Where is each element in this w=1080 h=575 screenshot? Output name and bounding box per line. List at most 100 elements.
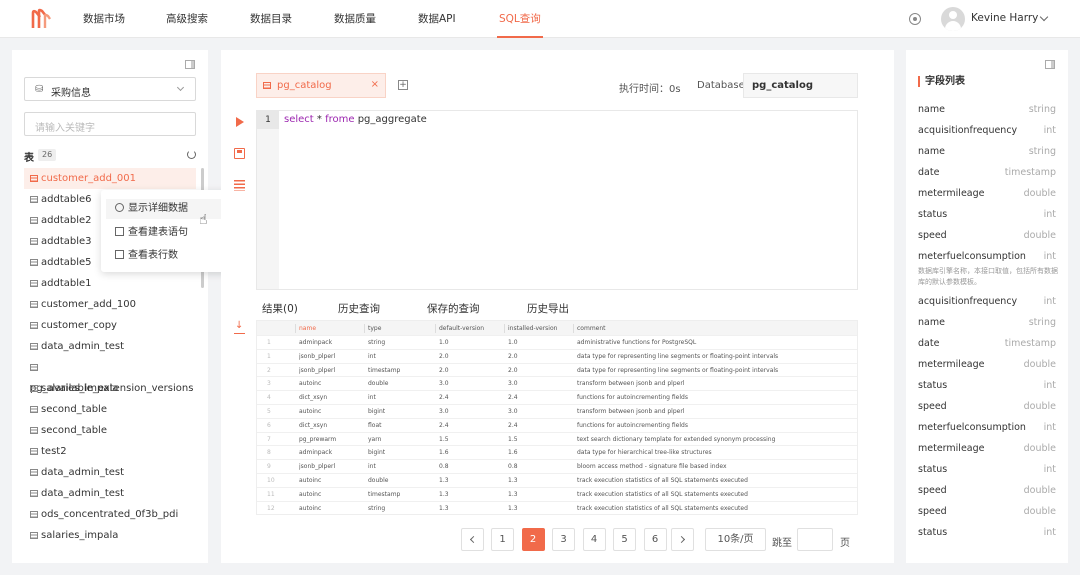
grid-column-header[interactable]: installed-version <box>508 321 574 336</box>
grid-column-header[interactable]: comment <box>577 321 857 336</box>
table-list-item[interactable]: second_table <box>24 420 196 441</box>
close-icon[interactable]: × <box>371 79 379 90</box>
query-tab[interactable]: pg_catalog × <box>256 73 386 98</box>
field-list-item[interactable]: speed double <box>918 485 1056 503</box>
table-list-item[interactable]: addtable1 <box>24 273 196 294</box>
page-button[interactable]: 4 <box>582 528 606 551</box>
run-icon[interactable] <box>236 117 244 127</box>
table-row[interactable]: 7 pg_prewarm yarn 1.5 1.5 text search diction… <box>257 433 857 447</box>
table-list-item[interactable]: data_admin_test <box>24 483 196 504</box>
grid-column-header[interactable]: type <box>368 321 432 336</box>
page-button[interactable]: 3 <box>552 528 575 551</box>
tables-count-badge: 26 <box>38 149 57 161</box>
tab-export-history[interactable]: 历史导出 <box>527 301 569 316</box>
menu-item-row-count[interactable]: 查看表行数 <box>106 246 235 266</box>
table-list-item[interactable]: customer_copy <box>24 315 196 336</box>
sql-editor[interactable]: 1 select * frome pg_aggregate <box>256 110 858 290</box>
avatar[interactable] <box>941 7 965 31</box>
table-list-item[interactable]: customer_add_001 <box>24 168 196 189</box>
field-list-item[interactable]: acquisitionfrequency int <box>918 125 1056 143</box>
tab-results[interactable]: 结果(0) <box>262 301 298 316</box>
page-button[interactable]: 1 <box>491 528 514 551</box>
page-size-select[interactable]: 10条/页 <box>705 528 766 551</box>
field-list-item[interactable]: status int <box>918 464 1056 482</box>
field-list-item[interactable]: meterfuelconsumption int <box>918 422 1056 440</box>
table-row[interactable]: 8 adminpack bigint 1.6 1.6 data type for hier… <box>257 446 857 461</box>
table-row[interactable]: 3 autoinc double 3.0 3.0 transform between js… <box>257 377 857 392</box>
field-type: string <box>1028 146 1056 157</box>
field-list-item[interactable]: date timestamp <box>918 167 1056 185</box>
table-row[interactable]: 2 jsonb_plperl timestamp 2.0 2.0 data type fo… <box>257 364 857 378</box>
page-button[interactable]: 5 <box>613 528 636 551</box>
table-row[interactable]: 1 adminpack string 1.0 1.0 administrative fun… <box>257 336 857 350</box>
field-list-item[interactable]: status int <box>918 527 1056 545</box>
page-button[interactable]: 2 <box>521 528 545 551</box>
chevron-down-icon[interactable] <box>1039 12 1049 22</box>
table-row[interactable]: 6 dict_xsyn float 2.4 2.4 functions for autoi… <box>257 419 857 433</box>
page-button[interactable]: 6 <box>643 528 667 551</box>
field-list-item[interactable]: status int <box>918 380 1056 398</box>
collapse-panel-icon[interactable] <box>185 60 195 69</box>
table-list-item[interactable]: data_admin_test <box>24 462 196 483</box>
table-search-input[interactable]: 请输入关键字 <box>24 112 196 136</box>
field-list-item[interactable]: name string <box>918 146 1056 164</box>
field-list-item[interactable]: metermileage double <box>918 188 1056 206</box>
tab-saved-queries[interactable]: 保存的查询 <box>427 301 480 316</box>
app-logo-icon[interactable] <box>30 8 52 30</box>
user-name[interactable]: Kevine Harry <box>971 12 1038 24</box>
nav-data-catalog[interactable]: 数据目录 <box>250 0 292 38</box>
next-page-button[interactable] <box>671 528 694 551</box>
save-icon[interactable] <box>234 148 245 159</box>
database-field[interactable]: pg_catalog <box>743 73 858 98</box>
grid-column-header[interactable]: default-version <box>439 321 503 336</box>
prev-page-button[interactable] <box>461 528 484 551</box>
field-list-item[interactable]: metermileage double <box>918 359 1056 377</box>
sql-code[interactable]: select * frome pg_aggregate <box>284 114 427 125</box>
table-list-item[interactable]: salaries_impala <box>24 525 196 546</box>
field-list-item[interactable]: name string <box>918 317 1056 335</box>
settings-icon[interactable] <box>909 13 921 25</box>
nav-data-quality[interactable]: 数据质量 <box>334 0 376 38</box>
nav-sql-query[interactable]: SQL查询 <box>497 0 543 38</box>
field-list-item[interactable]: name string <box>918 104 1056 122</box>
nav-data-market[interactable]: 数据市场 <box>83 0 125 38</box>
database-select[interactable]: ⛁ 采购信息 <box>24 77 196 101</box>
table-list-item[interactable]: test2 <box>24 441 196 462</box>
table-list-item[interactable]: second_table <box>24 399 196 420</box>
refresh-icon[interactable] <box>187 150 196 159</box>
table-row[interactable]: 9 jsonb_plperl int 0.8 0.8 bloom access metho… <box>257 460 857 474</box>
grid-cell: string <box>368 504 386 512</box>
nav-advanced-search[interactable]: 高级搜索 <box>166 0 208 38</box>
table-row[interactable]: 10 autoinc double 1.3 1.3 track execution sta… <box>257 474 857 488</box>
download-icon[interactable] <box>234 320 245 334</box>
grid-cell: 1.3 <box>508 490 518 498</box>
table-row[interactable]: 11 autoinc timestamp 1.3 1.3 track execution … <box>257 488 857 502</box>
table-list-item[interactable]: pg_available_extension_versions <box>24 357 196 394</box>
grid-cell: jsonb_plperl <box>299 463 336 471</box>
field-list-item[interactable]: speed double <box>918 401 1056 419</box>
tab-history[interactable]: 历史查询 <box>338 301 380 316</box>
table-row[interactable]: 5 autoinc bigint 3.0 3.0 transform between js… <box>257 405 857 419</box>
format-icon[interactable] <box>234 180 245 191</box>
table-list-item[interactable]: ods_concentrated_0f3b_pdi <box>24 504 196 525</box>
table-row[interactable]: 12 autoinc string 1.3 1.3 track execution sta… <box>257 502 857 514</box>
table-list-item[interactable]: data_admin_test <box>24 336 196 357</box>
row-number: 11 <box>267 490 275 498</box>
field-list-item[interactable]: acquisitionfrequency int <box>918 296 1056 314</box>
menu-item-show-details[interactable]: 显示详细数据 <box>106 199 235 219</box>
field-list-item[interactable]: status int <box>918 209 1056 227</box>
add-tab-icon[interactable]: + <box>398 80 408 90</box>
table-row[interactable]: 1 jsonb_plperl int 2.0 2.0 data type for repr… <box>257 350 857 364</box>
field-list-item[interactable]: metermileage double <box>918 443 1056 461</box>
collapse-panel-icon[interactable] <box>1045 60 1055 69</box>
nav-data-api[interactable]: 数据API <box>418 0 456 38</box>
field-list-item[interactable]: date timestamp <box>918 338 1056 356</box>
table-list-item[interactable]: salaries_impala <box>24 378 196 399</box>
grid-column-header[interactable]: name <box>299 321 365 336</box>
table-list-item[interactable]: customer_add_100 <box>24 294 196 315</box>
field-list-item[interactable]: speed double <box>918 506 1056 524</box>
menu-item-show-ddl[interactable]: 查看建表语句 <box>106 223 235 243</box>
table-row[interactable]: 4 dict_xsyn int 2.4 2.4 functions for autoinc… <box>257 391 857 405</box>
jump-page-input[interactable] <box>797 528 833 551</box>
field-list-item[interactable]: speed double <box>918 230 1056 248</box>
